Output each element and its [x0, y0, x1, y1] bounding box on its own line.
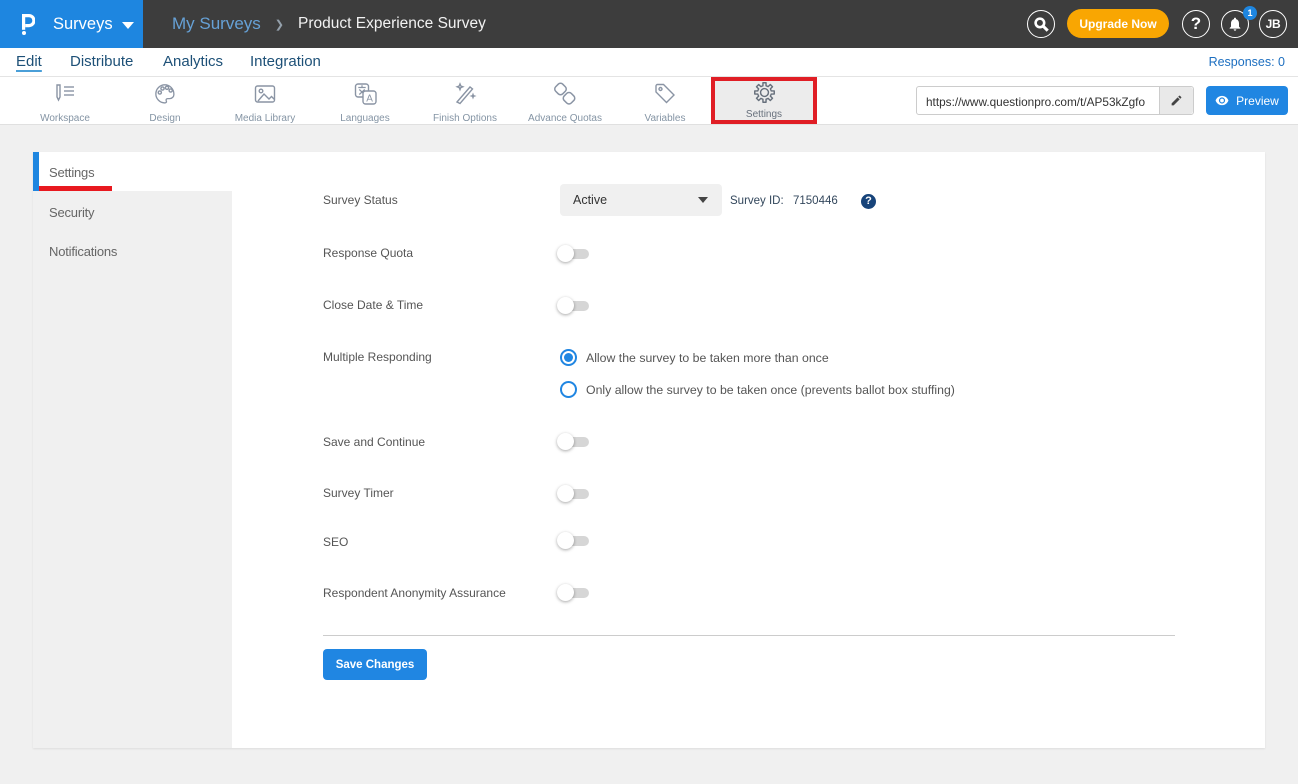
svg-text:A: A — [366, 94, 373, 105]
